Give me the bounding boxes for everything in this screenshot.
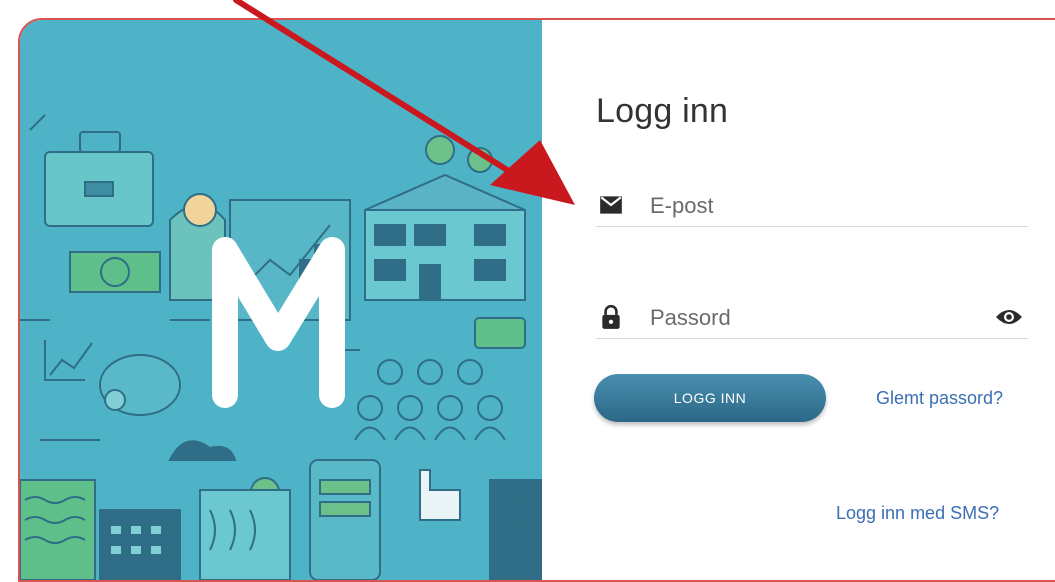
envelope-icon: [600, 196, 622, 214]
lock-icon: [602, 304, 620, 329]
eye-icon[interactable]: [994, 304, 1024, 330]
page-title: Logg inn: [596, 92, 729, 130]
email-field: [596, 184, 1028, 227]
finance-illustration: [20, 114, 542, 580]
password-field: [596, 296, 1028, 339]
sms-login-link[interactable]: Logg inn med SMS?: [836, 503, 999, 524]
email-input[interactable]: [648, 188, 972, 224]
forgot-password-link[interactable]: Glemt passord?: [876, 388, 1003, 409]
password-input[interactable]: [648, 300, 972, 336]
login-button[interactable]: LOGG INN: [594, 374, 826, 422]
illustration-panel: M: [20, 20, 542, 580]
